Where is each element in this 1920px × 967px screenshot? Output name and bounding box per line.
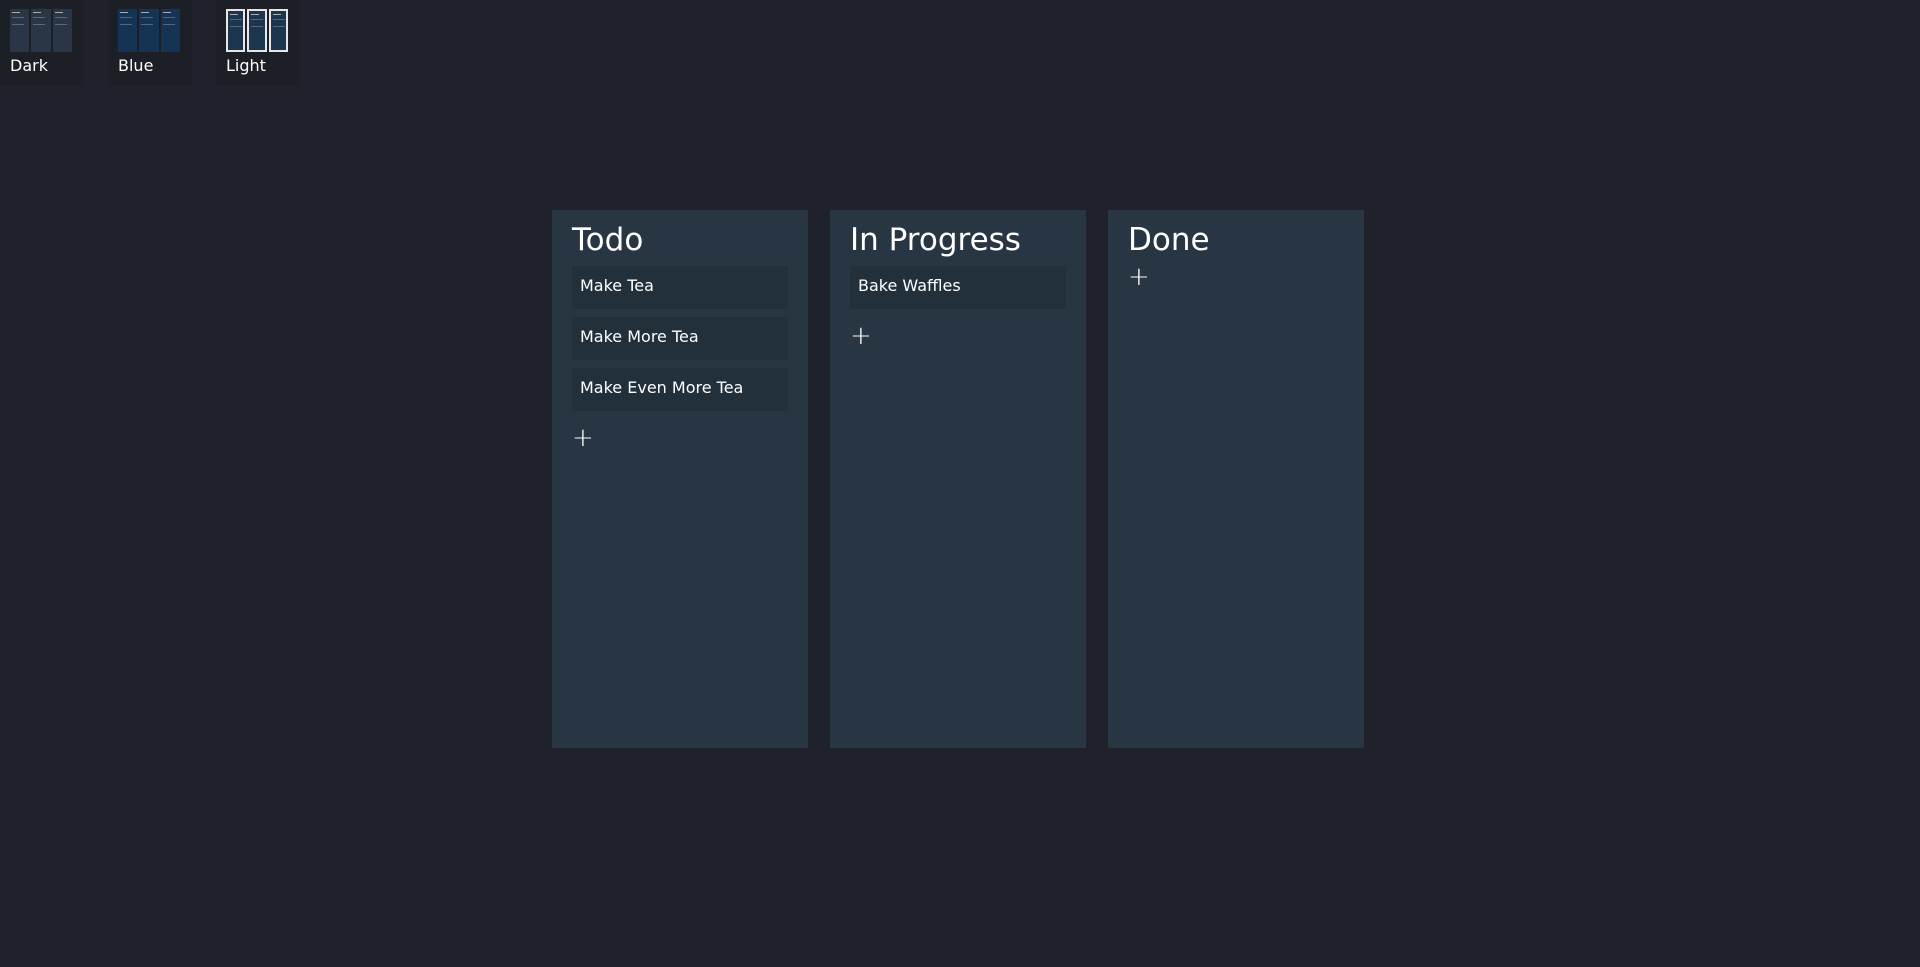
theme-option-light[interactable]: Light <box>216 0 300 86</box>
kanban-board: Todo Make Tea Make More Tea Make Even Mo… <box>552 210 1368 752</box>
theme-option-dark[interactable]: Dark <box>0 0 84 86</box>
theme-picker: Dark Blue Light <box>0 0 300 86</box>
theme-label: Light <box>226 56 266 75</box>
theme-label: Blue <box>118 56 154 75</box>
column-todo: Todo Make Tea Make More Tea Make Even Mo… <box>552 210 812 752</box>
column-title: Done <box>1128 222 1210 258</box>
theme-thumbnail-light <box>226 9 288 52</box>
add-card-button[interactable]: + <box>1128 264 1150 290</box>
theme-thumbnail-dark <box>10 9 72 52</box>
column-title: Todo <box>572 222 644 258</box>
add-card-button[interactable]: + <box>850 323 872 349</box>
column-title: In Progress <box>850 222 1021 258</box>
theme-option-blue[interactable]: Blue <box>108 0 192 86</box>
task-card[interactable]: Bake Waffles <box>850 266 1066 309</box>
column-in-progress: In Progress Bake Waffles + <box>830 210 1090 752</box>
theme-thumbnail-blue <box>118 9 180 52</box>
add-card-button[interactable]: + <box>572 425 594 451</box>
theme-label: Dark <box>10 56 48 75</box>
task-card[interactable]: Make More Tea <box>572 317 788 360</box>
task-card[interactable]: Make Tea <box>572 266 788 309</box>
column-done: Done + <box>1108 210 1368 752</box>
task-card[interactable]: Make Even More Tea <box>572 368 788 411</box>
